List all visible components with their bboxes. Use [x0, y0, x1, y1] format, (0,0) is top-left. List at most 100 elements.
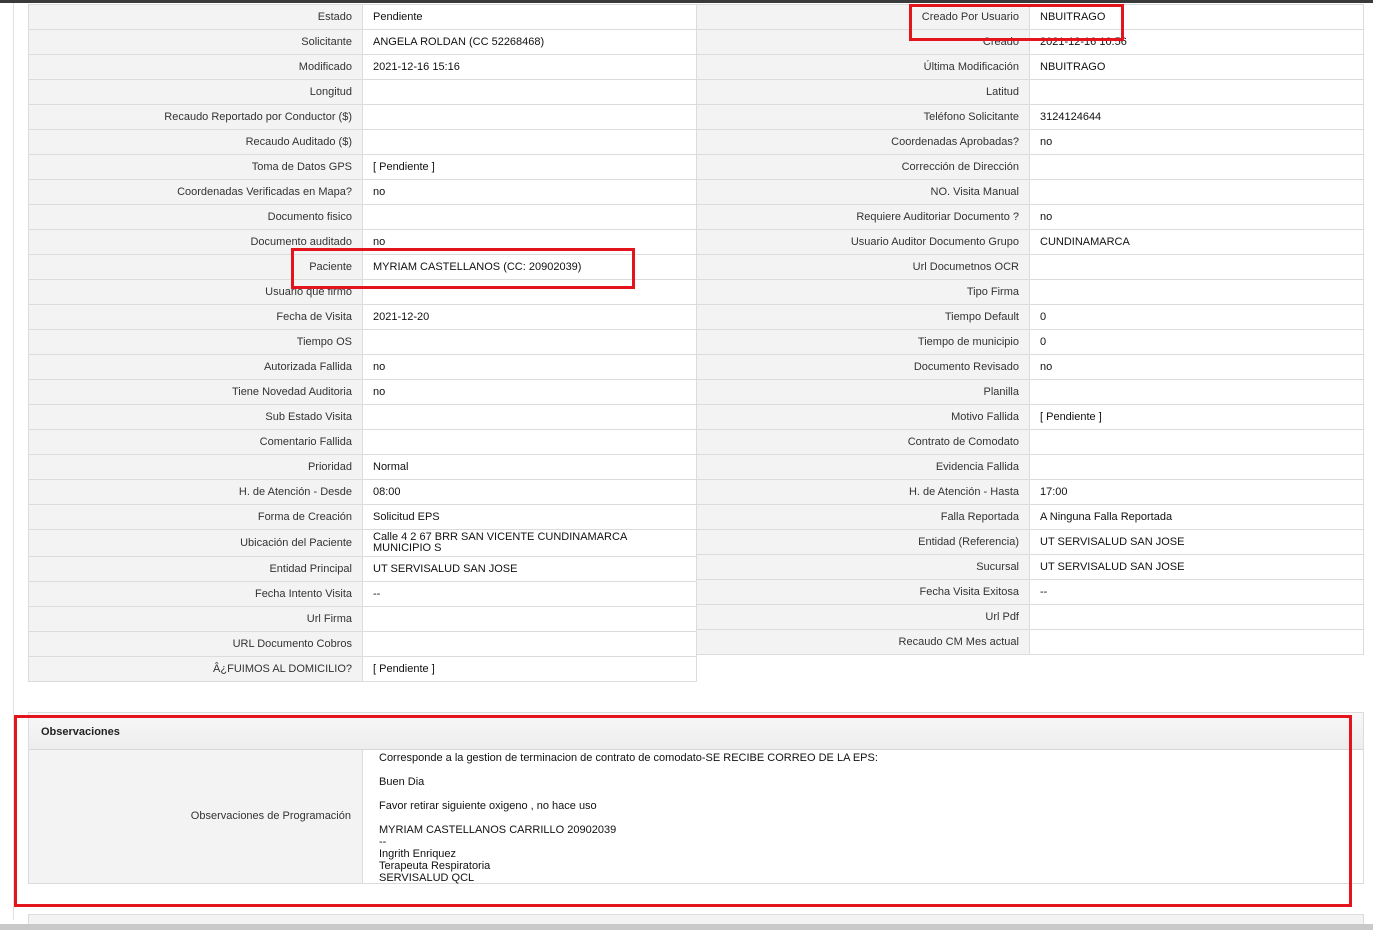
field-label: Última Modificación [696, 54, 1030, 80]
field-label: Coordenadas Verificadas en Mapa? [28, 179, 363, 205]
detail-row-left: Tiene Novedad Auditoria no [28, 379, 697, 405]
field-label: Entidad Principal [28, 556, 363, 582]
field-value: -- [362, 581, 697, 607]
detail-row-right: Usuario Auditor Documento Grupo CUNDINAMA… [696, 229, 1364, 255]
detail-row-right: Entidad (Referencia) UT SERVISALUD SAN JO… [696, 529, 1364, 555]
field-value [362, 606, 697, 632]
detail-row-left: Autorizada Fallida no [28, 354, 697, 380]
field-label: NO. Visita Manual [696, 179, 1030, 205]
detail-row-right: Latitud [696, 79, 1364, 105]
field-label: Comentario Fallida [28, 429, 363, 455]
field-label: Planilla [696, 379, 1030, 405]
field-label: Url Pdf [696, 604, 1030, 630]
detail-row-left: Documento fisico [28, 204, 697, 230]
field-label: H. de Atención - Desde [28, 479, 363, 505]
field-value: 2021-12-16 15:16 [362, 54, 697, 80]
detail-row-right: Última Modificación NBUITRAGO [696, 54, 1364, 80]
field-value: no [362, 379, 697, 405]
detail-row-right: Recaudo CM Mes actual [696, 629, 1364, 655]
top-border [0, 0, 1373, 3]
field-value [1029, 429, 1364, 455]
detail-row-right: NO. Visita Manual [696, 179, 1364, 205]
field-value [362, 104, 697, 130]
field-label: Forma de Creación [28, 504, 363, 530]
horizontal-scrollbar[interactable] [0, 924, 1373, 930]
detail-row-left: Fecha de Visita 2021-12-20 [28, 304, 697, 330]
field-label: Evidencia Fallida [696, 454, 1030, 480]
detail-row-left: Tiempo OS [28, 329, 697, 355]
detail-row-right: H. de Atención - Hasta 17:00 [696, 479, 1364, 505]
field-value: [ Pendiente ] [1029, 404, 1364, 430]
field-label: Prioridad [28, 454, 363, 480]
field-value [362, 79, 697, 105]
field-value: UT SERVISALUD SAN JOSE [1029, 529, 1364, 555]
detail-row-left: Prioridad Normal [28, 454, 697, 480]
detail-row-right: Motivo Fallida[ Pendiente ] [696, 404, 1364, 430]
field-value: UT SERVISALUD SAN JOSE [362, 556, 697, 582]
field-label: Requiere Auditoriar Documento ? [696, 204, 1030, 230]
field-label: Url Documetnos OCR [696, 254, 1030, 280]
field-label: Tiempo OS [28, 329, 363, 355]
field-value: UT SERVISALUD SAN JOSE [1029, 554, 1364, 580]
field-label: Longitud [28, 79, 363, 105]
detail-row-left: Â¿FUIMOS AL DOMICILIO?[ Pendiente ] [28, 656, 697, 682]
field-label: Sub Estado Visita [28, 404, 363, 430]
field-value [1029, 179, 1364, 205]
field-label: Tiempo Default [696, 304, 1030, 330]
field-label: Ubicación del Paciente [28, 529, 363, 557]
detail-row-left: Solicitante ANGELA ROLDAN (CC 52268468) [28, 29, 697, 55]
detail-row-right: Tipo Firma [696, 279, 1364, 305]
field-label: Contrato de Comodato [696, 429, 1030, 455]
field-label: Documento Revisado [696, 354, 1030, 380]
field-label: Â¿FUIMOS AL DOMICILIO? [28, 656, 363, 682]
field-label: Fecha Intento Visita [28, 581, 363, 607]
field-value: Solicitud EPS [362, 504, 697, 530]
detail-row-right: Url Pdf [696, 604, 1364, 630]
field-label: Toma de Datos GPS [28, 154, 363, 180]
detail-row-left: Ubicación del Paciente Calle 4 2 67 BRR S… [28, 529, 697, 557]
detail-row-right: Coordenadas Aprobadas? no [696, 129, 1364, 155]
field-value [1029, 604, 1364, 630]
field-value [1029, 279, 1364, 305]
field-label: URL Documento Cobros [28, 631, 363, 657]
field-label: Latitud [696, 79, 1030, 105]
detail-row-left: Coordenadas Verificadas en Mapa? no [28, 179, 697, 205]
field-value: [ Pendiente ] [362, 656, 697, 682]
detail-row-right: Teléfono Solicitante 3124124644 [696, 104, 1364, 130]
detail-row-right: Sucursal UT SERVISALUD SAN JOSE [696, 554, 1364, 580]
field-label: Fecha Visita Exitosa [696, 579, 1030, 605]
field-value [1029, 454, 1364, 480]
field-value: -- [1029, 579, 1364, 605]
field-label: Url Firma [28, 606, 363, 632]
field-value [362, 129, 697, 155]
detail-row-right: Tiempo Default 0 [696, 304, 1364, 330]
field-value [1029, 79, 1364, 105]
field-value: no [1029, 354, 1364, 380]
field-value [1029, 629, 1364, 655]
detail-row-right: Evidencia Fallida [696, 454, 1364, 480]
detail-row-right: Documento Revisado no [696, 354, 1364, 380]
field-value: no [1029, 204, 1364, 230]
field-value: Normal [362, 454, 697, 480]
field-value [362, 329, 697, 355]
field-value [362, 631, 697, 657]
field-label: Recaudo CM Mes actual [696, 629, 1030, 655]
field-label: Coordenadas Aprobadas? [696, 129, 1030, 155]
field-label: H. de Atención - Hasta [696, 479, 1030, 505]
field-value: [ Pendiente ] [362, 154, 697, 180]
detail-row-right: Corrección de Dirección [696, 154, 1364, 180]
highlight-paciente [291, 248, 635, 289]
field-value [1029, 254, 1364, 280]
field-label: Modificado [28, 54, 363, 80]
field-value: Pendiente [362, 4, 697, 30]
field-value: 17:00 [1029, 479, 1364, 505]
field-label: Usuario Auditor Documento Grupo [696, 229, 1030, 255]
detail-row-right: Contrato de Comodato [696, 429, 1364, 455]
details-table-left: Estado Pendiente Solicitante ANGELA ROLDAN … [28, 4, 697, 682]
detail-row-right: Tiempo de municipio 0 [696, 329, 1364, 355]
field-label: Tipo Firma [696, 279, 1030, 305]
highlight-observaciones [14, 715, 1352, 907]
field-label: Recaudo Auditado ($) [28, 129, 363, 155]
detail-row-right: Requiere Auditoriar Documento ? no [696, 204, 1364, 230]
field-label: Falla Reportada [696, 504, 1030, 530]
